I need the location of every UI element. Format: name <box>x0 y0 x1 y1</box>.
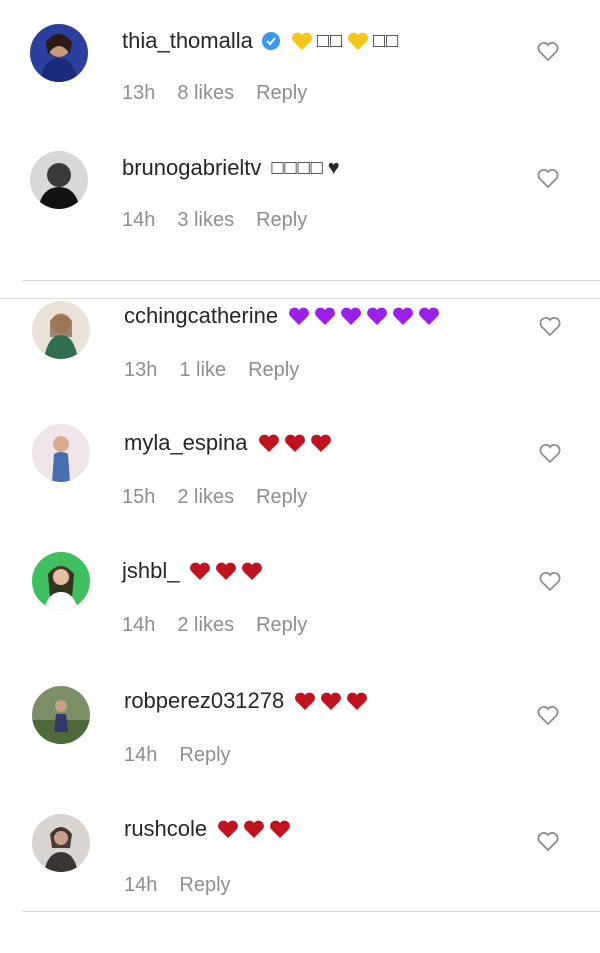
avatar[interactable] <box>32 301 90 359</box>
likes-count[interactable]: 2 likes <box>177 614 234 637</box>
heart-like-icon[interactable] <box>536 704 560 726</box>
likes-count[interactable]: 8 likes <box>177 82 234 105</box>
comment-text <box>258 433 332 453</box>
username-link[interactable]: robperez031278 <box>124 688 284 714</box>
black-heart-glyph: ♥ <box>327 156 341 179</box>
red-heart-icon <box>284 434 305 452</box>
likes-count[interactable]: 3 likes <box>177 209 234 232</box>
username-link[interactable]: cchingcatherine <box>124 303 278 329</box>
avatar[interactable] <box>30 24 88 82</box>
reply-button[interactable]: Reply <box>256 82 307 105</box>
avatar[interactable] <box>32 814 90 872</box>
comment-timestamp[interactable]: 14h <box>122 209 155 232</box>
heart-like-icon[interactable] <box>538 570 562 592</box>
comment-timestamp[interactable]: 13h <box>124 359 157 382</box>
purple-heart-icon <box>315 307 336 325</box>
comment-timestamp[interactable]: 14h <box>124 874 157 897</box>
avatar[interactable] <box>30 151 88 209</box>
comment-item: cchingcatherine 13h 1 like Reply <box>0 295 600 405</box>
purple-heart-icon <box>289 307 310 325</box>
comment-text <box>217 819 291 839</box>
red-heart-icon <box>244 820 265 838</box>
avatar[interactable] <box>32 552 90 610</box>
comment-text <box>288 306 440 326</box>
divider <box>22 280 600 281</box>
unsupported-glyph: □□ <box>316 29 344 52</box>
comment-text: □□□□ ♥ <box>271 157 340 180</box>
purple-heart-icon <box>419 307 440 325</box>
red-heart-icon <box>270 820 291 838</box>
likes-count[interactable]: 2 likes <box>177 486 234 509</box>
username-link[interactable]: brunogabrieltv <box>122 155 261 181</box>
comment-item: myla_espina 15h 2 likes Reply <box>0 422 600 532</box>
comment-timestamp[interactable]: 14h <box>122 614 155 637</box>
username-link[interactable]: myla_espina <box>124 430 248 456</box>
red-heart-icon <box>347 692 368 710</box>
purple-heart-icon <box>367 307 388 325</box>
heart-like-icon[interactable] <box>536 40 560 62</box>
comment-item: rushcole 14h Reply <box>0 808 600 918</box>
purple-heart-icon <box>341 307 362 325</box>
comment-timestamp[interactable]: 14h <box>124 744 157 767</box>
comment-text: □□ □□ <box>291 30 399 53</box>
red-heart-icon <box>190 562 211 580</box>
yellow-heart-icon <box>348 32 368 50</box>
heart-like-icon[interactable] <box>536 167 560 189</box>
red-heart-icon <box>295 692 316 710</box>
heart-like-icon[interactable] <box>536 830 560 852</box>
comment-timestamp[interactable]: 13h <box>122 82 155 105</box>
reply-button[interactable]: Reply <box>256 486 307 509</box>
red-heart-icon <box>218 820 239 838</box>
unsupported-glyph: □□□□ <box>271 156 324 179</box>
comment-text <box>189 561 263 581</box>
reply-button[interactable]: Reply <box>248 359 299 382</box>
comment-text <box>294 691 368 711</box>
red-heart-icon <box>216 562 237 580</box>
heart-like-icon[interactable] <box>538 315 562 337</box>
yellow-heart-icon <box>291 32 312 50</box>
purple-heart-icon <box>393 307 414 325</box>
reply-button[interactable]: Reply <box>256 614 307 637</box>
username-link[interactable]: jshbl_ <box>122 558 179 584</box>
comment-item: jshbl_ 14h 2 likes Reply <box>0 550 600 660</box>
username-link[interactable]: rushcole <box>124 816 207 842</box>
red-heart-icon <box>321 692 342 710</box>
reply-button[interactable]: Reply <box>179 874 230 897</box>
comment-item: robperez031278 14h Reply <box>0 680 600 790</box>
avatar[interactable] <box>32 424 90 482</box>
verified-badge-icon <box>261 32 280 50</box>
comment-timestamp[interactable]: 15h <box>122 486 155 509</box>
divider <box>22 911 600 912</box>
comment-item: thia_thomalla □□ □□ 13h 8 likes Reply <box>0 18 600 128</box>
avatar[interactable] <box>32 686 90 744</box>
reply-button[interactable]: Reply <box>256 209 307 232</box>
unsupported-glyph: □□ <box>373 29 400 52</box>
red-heart-icon <box>258 434 279 452</box>
comment-item: brunogabrieltv □□□□ ♥ 14h 3 likes Reply <box>0 145 600 255</box>
heart-like-icon[interactable] <box>538 442 562 464</box>
likes-count[interactable]: 1 like <box>179 359 226 382</box>
username-link[interactable]: thia_thomalla <box>122 28 253 54</box>
red-heart-icon <box>242 562 263 580</box>
reply-button[interactable]: Reply <box>179 744 230 767</box>
red-heart-icon <box>310 434 331 452</box>
